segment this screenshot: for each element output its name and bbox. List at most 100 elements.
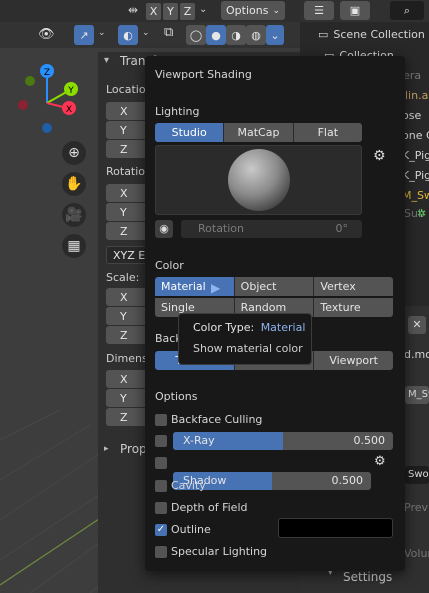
display-mode-dropdown[interactable]: ☰ [304, 1, 334, 20]
world-space-lighting-icon[interactable]: ◉ [155, 220, 173, 238]
gear-icon[interactable]: ⚙ [374, 454, 386, 469]
search-icon: ⌕ [403, 3, 411, 17]
dimensions-label: Dimens [106, 352, 148, 365]
outliner-item-pig-2[interactable]: K_Pig [402, 165, 429, 185]
properties-label: Prop [120, 442, 147, 456]
mirror-z-toggle[interactable]: Z [180, 3, 195, 20]
solid-shading-button[interactable]: ● [206, 25, 226, 45]
checkmark-icon: ✓ [155, 523, 167, 536]
lighting-studio-button[interactable]: Studio [155, 123, 225, 142]
chevron-down-icon: ⌄ [270, 28, 280, 42]
options-label: Options [155, 390, 198, 403]
options-dropdown[interactable]: Options ⌄ [221, 1, 285, 20]
outliner-item-pose[interactable]: ose [402, 105, 429, 125]
chevron-down-icon: ⌄ [272, 5, 280, 16]
outliner-item-sword[interactable]: M_Sw [402, 185, 429, 205]
hand-pan-icon[interactable]: ✋ [62, 172, 86, 196]
outliner-item-scene-collection[interactable]: ▭ Scene Collection [318, 24, 428, 44]
navigation-gizmo[interactable]: Z Y X [12, 58, 82, 138]
xray-slider[interactable]: X-Ray 0.500 [173, 432, 393, 450]
rotation-field[interactable]: Rotation 0° [181, 220, 362, 238]
rendered-sphere-icon: ◍ [251, 28, 261, 42]
object-name-field[interactable]: Sword [405, 466, 429, 484]
eye-visibility-icon[interactable]: 👁 [38, 27, 55, 42]
wireframe-icon: ◯ [189, 28, 203, 42]
material-sphere-icon: ◑ [231, 28, 241, 42]
gizmo-icon: ↗ [79, 28, 89, 42]
studio-light-preview[interactable] [155, 145, 362, 215]
lighting-matcap-button[interactable]: MatCap [224, 123, 294, 142]
rotation-field-label: Rotation [198, 222, 245, 235]
color-material-button[interactable]: Material [155, 277, 235, 296]
close-icon[interactable]: ✕ [408, 316, 426, 334]
cursor-arrow-icon: ▶ [211, 281, 221, 295]
top-header: ⇹ X Y Z ⌄ Options ⌄ [0, 0, 300, 22]
color-vertex-button[interactable]: Vertex [314, 277, 393, 296]
zoom-icon[interactable]: ⊕ [62, 141, 86, 165]
xray-checkbox[interactable] [155, 435, 167, 450]
color-texture-button[interactable]: Texture [314, 298, 393, 317]
overlays-toggle-button[interactable]: ◐ [118, 25, 138, 45]
tooltip-value: Material [260, 321, 306, 334]
checkbox-box [155, 413, 167, 426]
color-label: Color [155, 259, 184, 272]
lighting-selector: Studio MatCap Flat [155, 123, 362, 142]
tooltip-description: Show material color [193, 342, 303, 355]
material-slot-field[interactable]: M_Sword [405, 386, 429, 404]
lighting-label: Lighting [155, 105, 200, 118]
shadow-checkbox[interactable] [155, 457, 167, 472]
chevron-down-icon[interactable]: ⌄ [98, 28, 106, 38]
outline-color-swatch[interactable] [278, 518, 393, 538]
rotation-field-value: 0° [335, 222, 349, 235]
scale-label: Scale: [106, 271, 140, 284]
outline-checkbox[interactable]: ✓ Outline [155, 523, 211, 536]
color-selector-row1: Material Object Vertex [155, 277, 393, 296]
search-field[interactable]: ⌕ [390, 1, 424, 20]
mirror-x-toggle[interactable]: X [146, 3, 161, 20]
outliner-item-pig-1[interactable]: K_Pig [402, 145, 429, 165]
studio-light-sphere-icon [228, 149, 290, 211]
color-object-button[interactable]: Object [234, 277, 315, 296]
mirror-y-toggle[interactable]: Y [163, 3, 178, 20]
xray-toggle-icon[interactable]: ⧉ [164, 25, 182, 45]
material-shading-button[interactable]: ◑ [226, 25, 246, 45]
gizmo-z-label: Z [44, 68, 50, 78]
chevron-right-icon[interactable]: ▸ [104, 444, 109, 454]
overlays-icon: ◐ [123, 28, 133, 42]
tooltip-title: Color Type: [193, 321, 255, 334]
gear-icon[interactable]: ⚙ [373, 148, 386, 164]
collection-icon: ▭ [318, 27, 329, 41]
outliner-header: ☰ ▣ ⌕ [300, 0, 429, 22]
grid-perspective-icon[interactable]: ▦ [62, 234, 86, 258]
image-icon: ▣ [349, 4, 361, 17]
gizmo-y-label: Y [67, 86, 74, 96]
filter-dropdown[interactable]: ▣ [340, 1, 370, 20]
volume-panel-label[interactable]: Volume [404, 543, 429, 563]
gizmo-toggle-button[interactable]: ↗ [74, 25, 94, 45]
file-name-label: d.mo [404, 347, 429, 361]
rendered-shading-button[interactable]: ◍ [246, 25, 266, 45]
gizmo-x-label: X [66, 105, 72, 115]
solid-sphere-icon: ● [211, 28, 221, 42]
depth-of-field-checkbox[interactable]: Depth of Field [155, 501, 248, 514]
cavity-checkbox[interactable]: Cavity [155, 479, 206, 492]
preview-panel-label[interactable]: Preview [404, 497, 429, 517]
mirror-icon[interactable]: ⇹ [128, 3, 138, 17]
options-label: Options [226, 4, 269, 17]
specular-lighting-checkbox[interactable]: Specular Lighting [155, 545, 267, 558]
lighting-flat-button[interactable]: Flat [293, 123, 362, 142]
chevron-down-icon[interactable]: ⌄ [142, 28, 150, 38]
popover-title: Viewport Shading [155, 68, 252, 81]
shading-options-button[interactable]: ⌄ [266, 25, 284, 45]
modifier-icon: ✲ [417, 207, 427, 220]
list-icon: ☰ [314, 4, 324, 17]
color-type-tooltip: Color Type: Material Show material color [178, 313, 312, 365]
viewport-header: 👁 ↗ ⌄ ◐ ⌄ ⧉ ◯ ● ◑ ◍ ⌄ [0, 22, 300, 48]
wireframe-shading-button[interactable]: ◯ [186, 25, 206, 45]
background-viewport-button[interactable]: Viewport [314, 351, 393, 370]
chevron-down-icon[interactable]: ⌄ [199, 4, 207, 15]
outliner-item-bone[interactable]: one C [402, 125, 429, 145]
backface-culling-checkbox[interactable]: Backface Culling [155, 413, 262, 426]
camera-icon[interactable]: 🎥 [62, 203, 86, 227]
chevron-down-icon[interactable]: ▾ [104, 55, 109, 66]
